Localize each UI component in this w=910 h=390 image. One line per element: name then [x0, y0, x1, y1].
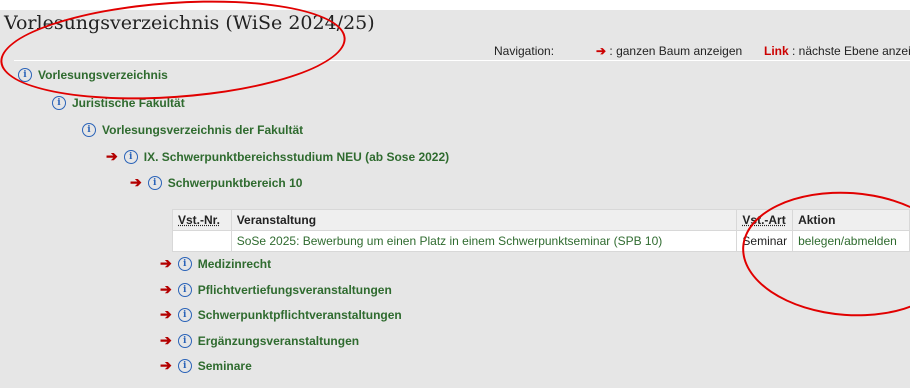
tree-item-label[interactable]: Juristische Fakultät: [72, 96, 185, 110]
right-arrow-icon[interactable]: ➔: [130, 174, 142, 191]
tree-item-schwerpunktbereich-10[interactable]: ➔ i Schwerpunktbereich 10: [130, 174, 302, 191]
right-arrow-icon[interactable]: ➔: [160, 281, 172, 298]
table-row: SoSe 2025: Bewerbung um einen Platz in e…: [172, 230, 910, 252]
navigation-label: Navigation:: [494, 44, 555, 58]
course-table: Vst.-Nr. Veranstaltung Vst.-Art Aktion S…: [172, 209, 910, 252]
info-circle-icon[interactable]: i: [177, 256, 192, 271]
info-circle-icon[interactable]: i: [82, 123, 96, 137]
right-arrow-icon[interactable]: ➔: [160, 306, 172, 323]
info-circle-icon[interactable]: i: [177, 307, 192, 322]
tree-item-label[interactable]: IX. Schwerpunktbereichsstudium NEU (ab S…: [144, 150, 449, 164]
course-link[interactable]: SoSe 2025: Bewerbung um einen Platz in e…: [230, 230, 738, 252]
subitem-label[interactable]: Pflichtvertiefungsveranstaltungen: [198, 283, 392, 297]
column-header-title: Veranstaltung: [230, 209, 738, 231]
subitem-pflichtvertiefung[interactable]: ➔ i Pflichtvertiefungsveranstaltungen: [160, 281, 392, 298]
divider: [14, 60, 910, 61]
column-header-nr: Vst.-Nr.: [172, 209, 232, 231]
subitem-label[interactable]: Medizinrecht: [198, 257, 271, 271]
column-header-type: Vst.-Art: [736, 209, 794, 231]
right-arrow-icon[interactable]: ➔: [160, 357, 172, 374]
subitem-label[interactable]: Schwerpunktpflichtveranstaltungen: [198, 308, 402, 322]
column-header-action: Aktion: [792, 209, 910, 231]
tree-item-vorlesungsverzeichnis-fakultaet[interactable]: i Vorlesungsverzeichnis der Fakultät: [82, 123, 303, 137]
nav-link-hint: : nächste Ebene anzeigen: [792, 44, 910, 58]
right-arrow-icon: ➔: [596, 44, 607, 58]
subitem-medizinrecht[interactable]: ➔ i Medizinrecht: [160, 255, 271, 272]
subitem-seminare[interactable]: ➔ i Seminare: [160, 357, 252, 374]
subitem-ergaenzung[interactable]: ➔ i Ergänzungsveranstaltungen: [160, 332, 359, 349]
tree-item-label[interactable]: Vorlesungsverzeichnis der Fakultät: [102, 123, 303, 137]
subitem-label[interactable]: Ergänzungsveranstaltungen: [198, 334, 359, 348]
info-circle-icon[interactable]: i: [18, 68, 32, 82]
page-title: Vorlesungsverzeichnis (WiSe 2024/25): [4, 12, 375, 34]
tree-item-vorlesungsverzeichnis[interactable]: i Vorlesungsverzeichnis: [18, 68, 168, 82]
right-arrow-icon[interactable]: ➔: [106, 148, 118, 165]
nav-legend-arrow: ➔ : ganzen Baum anzeigen: [596, 44, 742, 58]
tree-item-juristische-fakultaet[interactable]: i Juristische Fakultät: [52, 96, 185, 110]
content-frame: [0, 10, 910, 388]
belegen-abmelden-link[interactable]: belegen/abmelden: [792, 230, 910, 252]
info-circle-icon[interactable]: i: [177, 358, 192, 373]
info-circle-icon[interactable]: i: [177, 333, 192, 348]
tree-item-label[interactable]: Vorlesungsverzeichnis: [38, 68, 168, 82]
cell-nr: [172, 230, 232, 252]
nav-legend-link: Link : nächste Ebene anzeigen: [764, 44, 910, 58]
info-circle-icon[interactable]: i: [177, 282, 192, 297]
tree-item-label[interactable]: Schwerpunktbereich 10: [168, 176, 303, 190]
tree-item-schwerpunktbereichsstudium[interactable]: ➔ i IX. Schwerpunktbereichsstudium NEU (…: [106, 148, 449, 165]
subitem-schwerpunktpflicht[interactable]: ➔ i Schwerpunktpflichtveranstaltungen: [160, 306, 402, 323]
right-arrow-icon[interactable]: ➔: [160, 332, 172, 349]
cell-type: Seminar: [736, 230, 794, 252]
subitem-label[interactable]: Seminare: [198, 359, 252, 373]
right-arrow-icon[interactable]: ➔: [160, 255, 172, 272]
nav-arrow-hint: : ganzen Baum anzeigen: [609, 44, 743, 58]
table-header-row: Vst.-Nr. Veranstaltung Vst.-Art Aktion: [172, 209, 910, 231]
info-circle-icon[interactable]: i: [123, 149, 138, 164]
nav-link-word: Link: [764, 44, 789, 58]
info-circle-icon[interactable]: i: [52, 96, 66, 110]
info-circle-icon[interactable]: i: [147, 175, 162, 190]
